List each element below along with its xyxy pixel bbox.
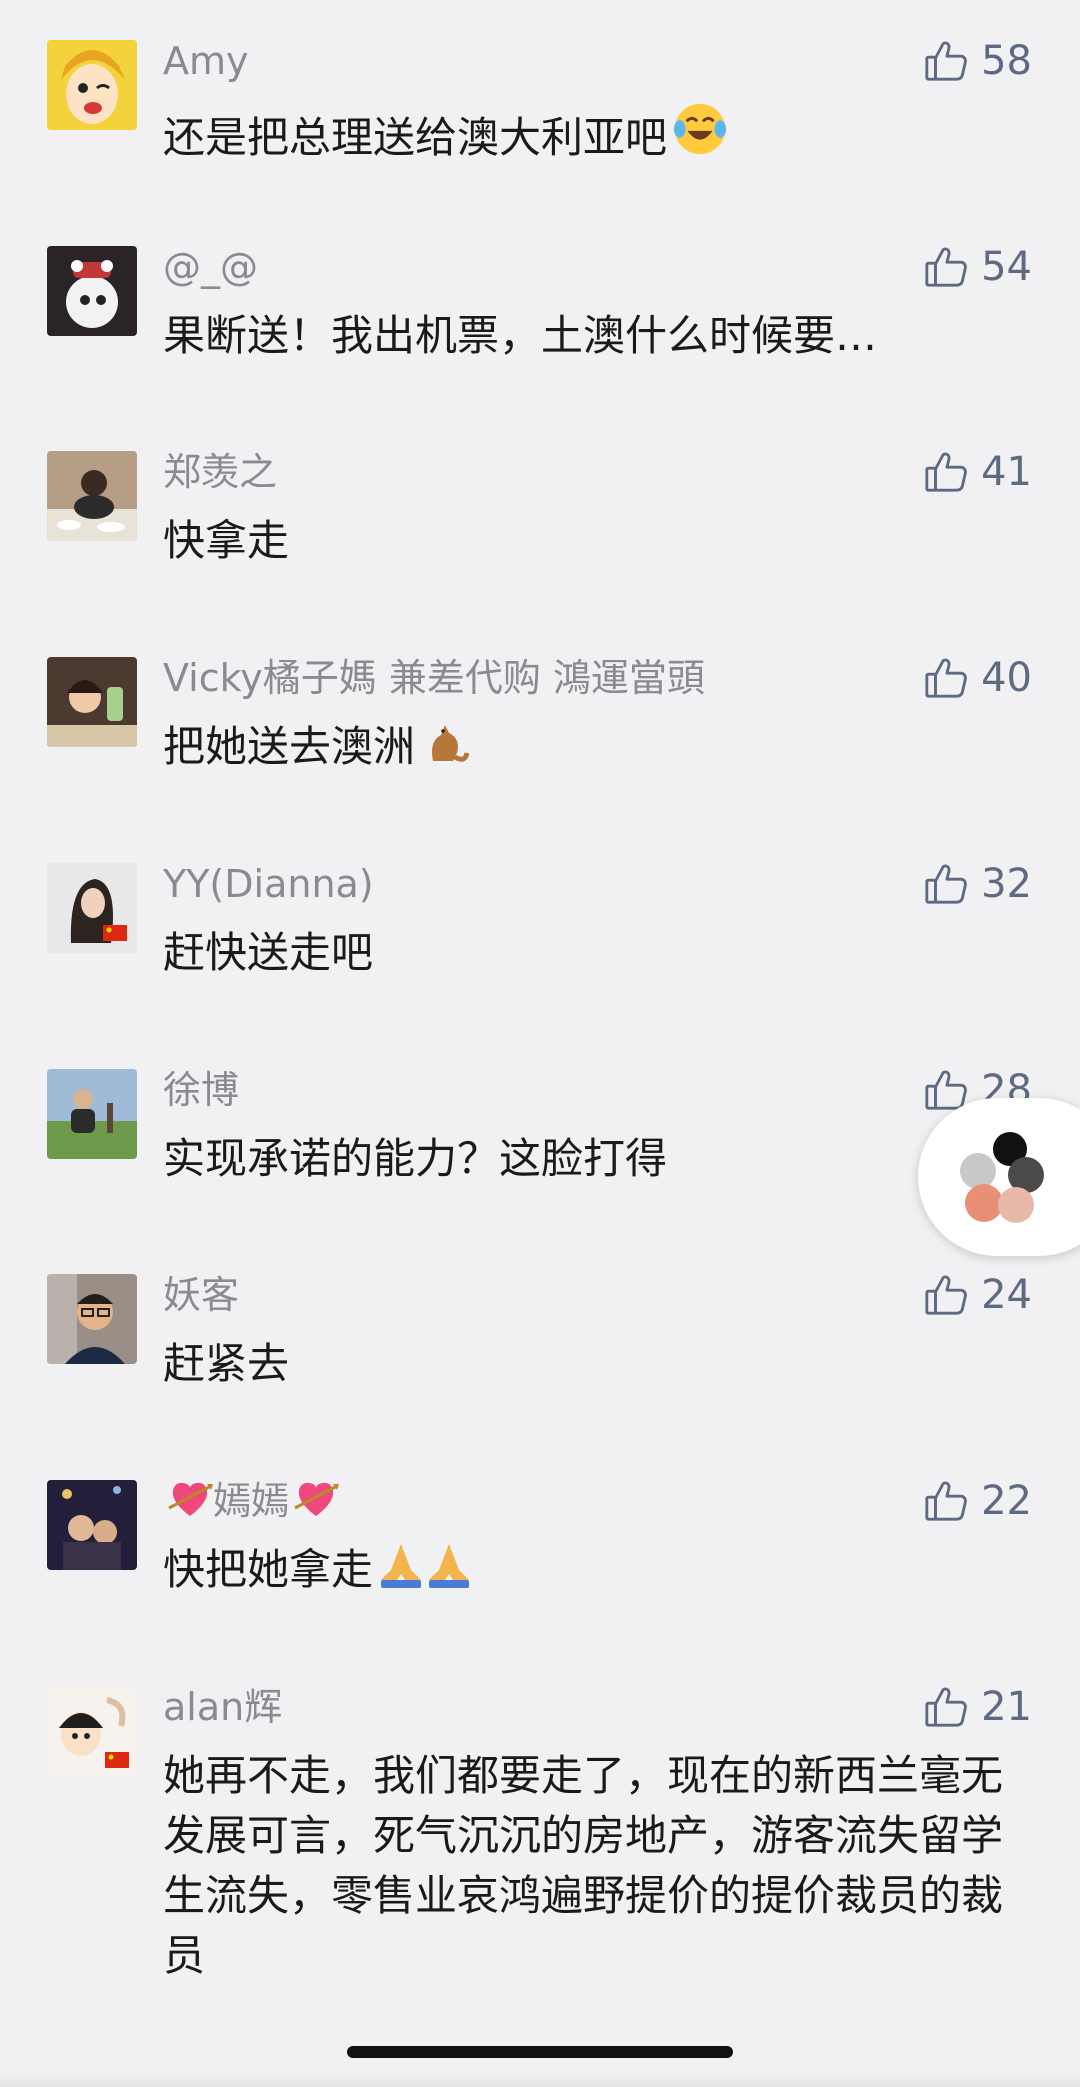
thumbs-up-icon <box>923 861 981 907</box>
like-button[interactable]: 40 <box>923 653 1032 703</box>
thumbs-up-icon <box>923 244 981 290</box>
commenter-name-label: 郑羡之 <box>163 450 278 494</box>
next-comment-peek <box>0 2074 1080 2087</box>
like-button[interactable]: 32 <box>923 859 1032 909</box>
comment-text: 果断送！我出机票，土澳什么时候要… <box>163 306 1008 366</box>
commenter-name[interactable]: @_@ <box>163 242 258 292</box>
commenter-name[interactable]: alan辉 <box>163 1682 282 1732</box>
commenter-name[interactable]: Amy <box>163 36 249 86</box>
comment-text-label: 赶紧去 <box>163 1339 290 1388</box>
commenter-name-label: Amy <box>163 39 249 83</box>
comment-text: 实现承诺的能力？这脸打得 <box>163 1129 1008 1189</box>
commenter-name[interactable]: 嫣嫣 <box>163 1476 340 1526</box>
thumbs-up-icon <box>923 1478 981 1524</box>
like-count: 54 <box>981 244 1032 290</box>
commenter-name-label: Vicky橘子媽 兼差代购 鴻運當頭 <box>163 656 705 700</box>
like-count: 21 <box>981 1684 1032 1730</box>
colored-circles-icon <box>960 1132 1044 1223</box>
like-button[interactable]: 54 <box>923 242 1032 292</box>
like-count: 41 <box>981 449 1032 495</box>
floating-widget-button[interactable] <box>918 1098 1080 1256</box>
comment-text: 快把她拿走 <box>163 1540 1008 1600</box>
comment-text-label: 赶快送走吧 <box>163 928 374 977</box>
comment-text-label: 还是把总理送给澳大利亚吧 <box>163 113 668 162</box>
comment-text-label: 她再不走，我们都要走了，现在的新西兰毫无发展可言，死气沉沉的房地产，游客流失留学… <box>163 1751 1004 1980</box>
comment-text: 快拿走 <box>163 511 1008 571</box>
like-button[interactable]: 41 <box>923 447 1032 497</box>
like-count: 40 <box>981 655 1032 701</box>
comment-text: 还是把总理送给澳大利亚吧 <box>163 100 1008 168</box>
commenter-name[interactable]: 郑羡之 <box>163 447 277 497</box>
like-count: 58 <box>981 38 1032 84</box>
thumbs-up-icon <box>923 1684 981 1730</box>
thumbs-up-icon <box>923 449 981 495</box>
comment-text: 她再不走，我们都要走了，现在的新西兰毫无发展可言，死气沉沉的房地产，游客流失留学… <box>163 1746 1008 1986</box>
comment-text-label: 把她送去澳洲 <box>163 722 416 771</box>
avatar[interactable] <box>47 1480 137 1570</box>
avatar[interactable] <box>47 657 137 747</box>
commenter-name-label: 徐博 <box>163 1068 240 1112</box>
like-button[interactable]: 24 <box>923 1270 1032 1320</box>
comment-text: 把她送去澳洲 <box>163 717 1008 777</box>
like-button[interactable]: 22 <box>923 1476 1032 1526</box>
avatar[interactable] <box>47 1274 137 1364</box>
like-button[interactable]: 58 <box>923 36 1032 86</box>
commenter-name[interactable]: 徐博 <box>163 1065 239 1115</box>
thumbs-up-icon <box>923 655 981 701</box>
commenter-name-label: @_@ <box>163 245 258 289</box>
like-count: 32 <box>981 861 1032 907</box>
commenter-name-label: 嫣嫣 <box>213 1479 290 1523</box>
commenter-name-label: 妖客 <box>163 1273 240 1317</box>
avatar[interactable] <box>47 863 137 953</box>
avatar[interactable] <box>47 246 137 336</box>
commenter-name-label: YY(Dianna) <box>163 862 374 906</box>
comment-text-label: 快拿走 <box>163 516 290 565</box>
commenter-name[interactable]: Vicky橘子媽 兼差代购 鴻運當頭 <box>163 653 705 703</box>
home-indicator[interactable] <box>347 2046 733 2058</box>
heart-arrow-emoji <box>293 1478 340 1520</box>
comment-text-label: 果断送！我出机票，土澳什么时候要… <box>163 311 878 360</box>
like-count: 24 <box>981 1272 1032 1318</box>
thumbs-up-icon <box>923 38 981 84</box>
commenter-name[interactable]: 妖客 <box>163 1270 239 1320</box>
praying-hands-emoji <box>377 1540 473 1590</box>
comment-text-label: 实现承诺的能力？这脸打得 <box>163 1134 668 1183</box>
avatar[interactable] <box>47 451 137 541</box>
commenter-name-label: alan辉 <box>163 1685 283 1729</box>
avatar[interactable] <box>47 1686 137 1776</box>
comment-text: 赶紧去 <box>163 1334 1008 1394</box>
avatar[interactable] <box>47 40 137 130</box>
like-count: 22 <box>981 1478 1032 1524</box>
laughing-tears-emoji <box>671 100 729 158</box>
thumbs-up-icon <box>923 1272 981 1318</box>
avatar[interactable] <box>47 1069 137 1159</box>
heart-arrow-emoji <box>167 1478 213 1520</box>
kangaroo-emoji <box>419 717 470 767</box>
comment-text-label: 快把她拿走 <box>163 1545 374 1594</box>
commenter-name[interactable]: YY(Dianna) <box>163 859 374 909</box>
comment-text: 赶快送走吧 <box>163 923 1008 983</box>
like-button[interactable]: 21 <box>923 1682 1032 1732</box>
